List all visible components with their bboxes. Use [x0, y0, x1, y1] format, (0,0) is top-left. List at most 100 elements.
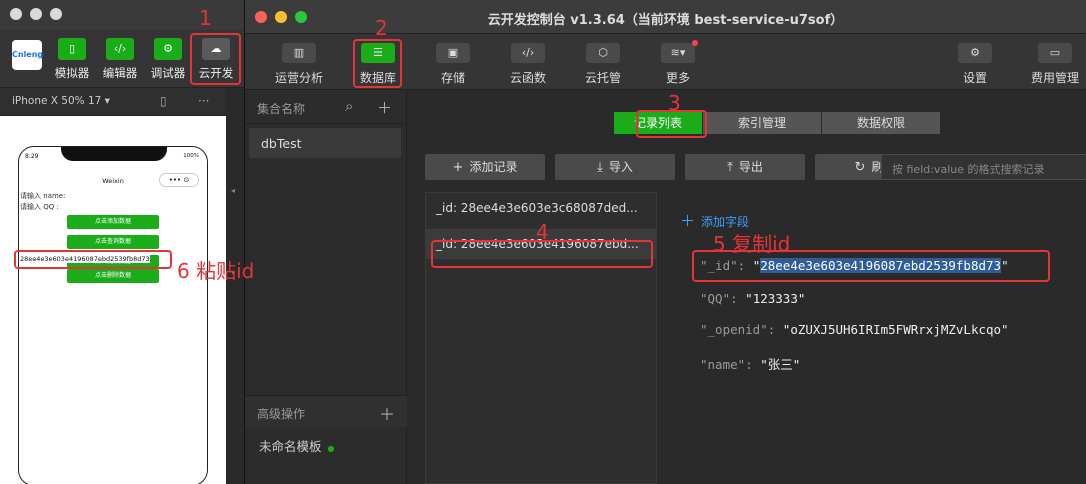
- rotate-phone-icon[interactable]: ▯: [160, 94, 167, 108]
- cloud-icon: ☁: [202, 38, 230, 60]
- annotation-label-4: 4: [536, 220, 549, 244]
- status-dot-icon: ●: [327, 444, 335, 453]
- cloud-hosting-button[interactable]: ⬡ 云托管: [573, 43, 633, 86]
- code-icon: ‹/›: [106, 38, 134, 60]
- cube-icon: ⬡: [586, 43, 620, 63]
- devtools-window: Cnleng ▯ 模拟器 ‹/› 编辑器 ⚙ 调试器 ☁ 云开发 iPhone …: [0, 0, 244, 484]
- device-bar: iPhone X 50% 17 ▾ ▯ ···: [0, 88, 244, 116]
- annotation-label-2: 2: [375, 16, 388, 40]
- annotation-label-5: 5 复制id: [713, 232, 791, 256]
- billing-icon: ▭: [1038, 43, 1072, 63]
- search-icon[interactable]: ⌕: [345, 97, 353, 115]
- tab-indexes[interactable]: 索引管理: [703, 112, 821, 134]
- cloud-function-label: 云函数: [509, 71, 546, 85]
- field-openid[interactable]: "_openid": "oZUXJ5UH6IRIm5FWRrxjMZvLkcqo…: [700, 322, 1009, 337]
- more-button[interactable]: ≋▾ 更多: [648, 40, 708, 86]
- annotation-label-1: 1: [199, 6, 212, 30]
- more-icon[interactable]: ···: [198, 94, 209, 108]
- import-button[interactable]: ⤓ 导入: [555, 154, 675, 180]
- cloud-function-button[interactable]: ‹/› 云函数: [498, 43, 558, 86]
- pasted-id-input[interactable]: 28ee4e3e603e4196087ebd2539fb8d73: [20, 255, 150, 263]
- analytics-button[interactable]: ▥ 运营分析: [269, 43, 329, 86]
- query-data-button[interactable]: 点击查询数据: [67, 235, 159, 249]
- device-selector[interactable]: iPhone X 50% 17 ▾: [12, 95, 110, 107]
- export-button[interactable]: ⤒ 导出: [685, 154, 805, 180]
- database-main: 记录列表 索引管理 数据权限 +添加记录 ⤓导入 ⤒导出 ↻刷新 按 field…: [408, 90, 1086, 484]
- cloud-console-window: 云开发控制台 v1.3.64（当前环境 best-service-u7sof） …: [244, 0, 1086, 484]
- gear-icon: ⚙: [958, 43, 992, 63]
- debugger-button[interactable]: ⚙ 调试器: [148, 38, 188, 81]
- more-label: 更多: [665, 71, 690, 85]
- status-battery: 100%: [183, 153, 199, 159]
- field-value[interactable]: "123333": [745, 291, 805, 306]
- simulator-splitter[interactable]: ◂ ▾: [226, 88, 244, 484]
- collection-item[interactable]: dbTest: [249, 128, 401, 158]
- annotation-label-3: 3: [668, 91, 681, 115]
- capsule-menu[interactable]: ••• ⊙: [159, 173, 199, 187]
- tab-permissions[interactable]: 数据权限: [822, 112, 940, 134]
- add-collection-icon[interactable]: ＋: [377, 97, 392, 118]
- billing-button[interactable]: ▭ 费用管理: [1025, 43, 1085, 86]
- collections-header: 集合名称 ⌕ ＋: [245, 90, 406, 124]
- console-titlebar: 云开发控制台 v1.3.64（当前环境 best-service-u7sof）: [245, 0, 1086, 34]
- db-tabs: 记录列表 索引管理 数据权限: [614, 112, 941, 134]
- cloud-dev-button[interactable]: ☁ 云开发: [196, 38, 236, 81]
- function-icon: ‹/›: [511, 43, 545, 63]
- plus-icon: ＋: [680, 212, 696, 230]
- database-icon: ☰: [361, 43, 395, 63]
- devtools-toolbar: Cnleng ▯ 模拟器 ‹/› 编辑器 ⚙ 调试器 ☁ 云开发: [0, 30, 244, 88]
- record-actions: +添加记录 ⤓导入 ⤒导出 ↻刷新: [425, 154, 935, 180]
- field-value[interactable]: "oZUXJ5UH6IRIm5FWRrxjMZvLkcqo": [783, 322, 1009, 337]
- record-row[interactable]: _id: 28ee4e3e603e3c68087ded...: [426, 193, 656, 223]
- phone-notch: [61, 147, 167, 161]
- add-record-button[interactable]: + 添加记录: [425, 154, 545, 180]
- export-label: 导出: [738, 160, 763, 174]
- field-id[interactable]: "_id": "28ee4e3e603e4196087ebd2539fb8d73…: [700, 258, 1009, 273]
- field-value[interactable]: "张三": [760, 357, 800, 372]
- import-icon: ⤓: [597, 160, 603, 175]
- editor-button[interactable]: ‹/› 编辑器: [100, 38, 140, 81]
- notification-dot: [692, 40, 698, 46]
- chart-icon: ▥: [282, 43, 316, 63]
- debug-icon: ⚙: [154, 38, 182, 60]
- delete-data-button[interactable]: 点击删除数据: [67, 269, 159, 283]
- advanced-header: 高级操作 ＋: [245, 395, 407, 427]
- storage-button[interactable]: ▣ 存储: [423, 43, 483, 86]
- close-window-dot[interactable]: [10, 8, 22, 20]
- field-name[interactable]: "name": "张三": [700, 354, 800, 373]
- add-record-label: 添加记录: [469, 160, 518, 174]
- template-name: 未命名模板: [259, 439, 322, 454]
- record-search-input[interactable]: 按 field:value 的格式搜索记录: [881, 154, 1086, 180]
- simulator-button[interactable]: ▯ 模拟器: [52, 38, 92, 81]
- app-logo: Cnleng: [12, 40, 43, 70]
- database-button[interactable]: ☰ 数据库: [348, 43, 408, 86]
- add-field-label: 添加字段: [701, 215, 750, 229]
- collections-panel: 集合名称 ⌕ ＋ dbTest 高级操作 ＋ 未命名模板 ●: [245, 90, 407, 484]
- add-data-button[interactable]: 点击添加数据: [67, 215, 159, 229]
- phone-simulator: 8:29 100% Weixin ••• ⊙ 请输入 name: 请输入 QQ …: [18, 146, 208, 484]
- tab-records[interactable]: 记录列表: [614, 112, 702, 134]
- database-label: 数据库: [359, 71, 396, 85]
- phone-icon: ▯: [58, 38, 86, 60]
- collections-title: 集合名称: [257, 102, 306, 116]
- cloud-dev-label: 云开发: [198, 66, 234, 80]
- template-item[interactable]: 未命名模板 ●: [259, 436, 335, 455]
- minimize-window-dot[interactable]: [30, 8, 42, 20]
- collapse-arrow-icon[interactable]: ◂: [231, 186, 235, 195]
- field-key: "name": [700, 357, 746, 372]
- advanced-title: 高级操作: [257, 407, 306, 421]
- qq-input-label[interactable]: 请输入 QQ :: [20, 202, 59, 212]
- name-input-label[interactable]: 请输入 name:: [20, 191, 65, 201]
- zoom-window-dot[interactable]: [50, 8, 62, 20]
- window-title: 云开发控制台 v1.3.64（当前环境 best-service-u7sof）: [487, 13, 844, 28]
- field-value-selected[interactable]: 28ee4e3e603e4196087ebd2539fb8d73: [760, 258, 1002, 273]
- plus-icon: +: [452, 160, 464, 175]
- settings-button[interactable]: ⚙ 设置: [945, 43, 1005, 86]
- storage-icon: ▣: [436, 43, 470, 63]
- field-qq[interactable]: "QQ": "123333": [700, 291, 805, 306]
- cloud-hosting-label: 云托管: [584, 71, 621, 85]
- billing-label: 费用管理: [1030, 71, 1079, 85]
- field-key: "_openid": [700, 322, 768, 337]
- add-template-icon[interactable]: ＋: [379, 401, 395, 425]
- debugger-label: 调试器: [150, 66, 186, 80]
